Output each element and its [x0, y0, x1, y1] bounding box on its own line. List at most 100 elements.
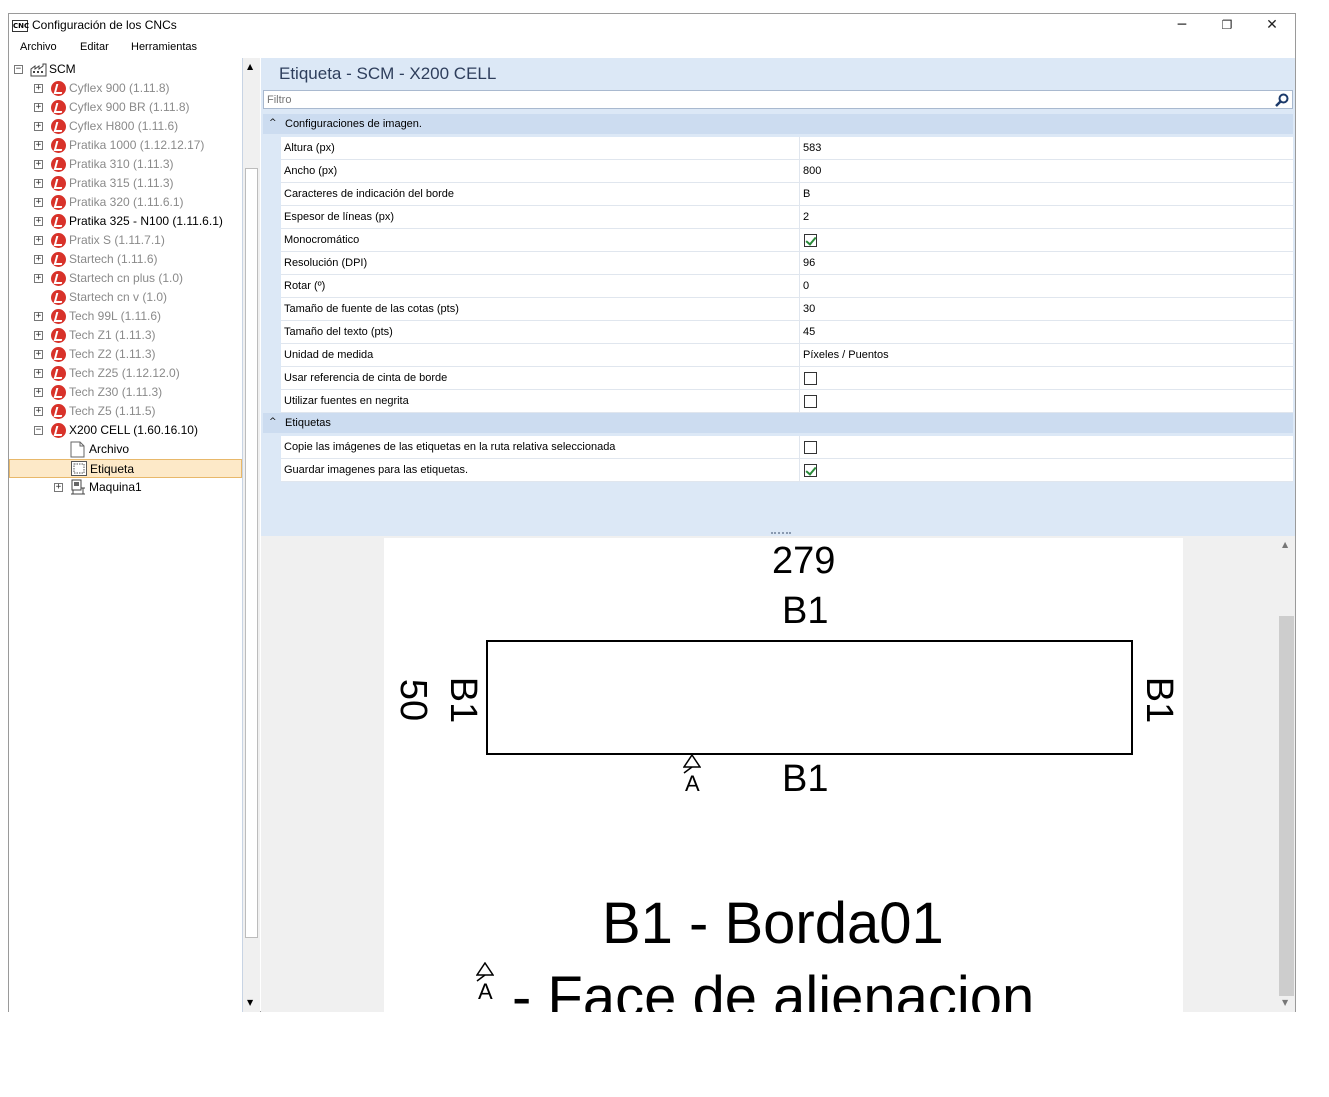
- tree-item-cnc[interactable]: + Cyflex H800 (1.11.6): [9, 117, 242, 136]
- property-checkbox-cell[interactable]: [800, 367, 1293, 390]
- collapse-icon[interactable]: −: [34, 426, 43, 435]
- tree-item-cnc[interactable]: + Tech Z25 (1.12.12.0): [9, 364, 242, 383]
- category-row[interactable]: ^ Etiquetas: [263, 413, 1293, 433]
- property-row[interactable]: Altura (px) 583: [263, 137, 1293, 160]
- expand-icon[interactable]: +: [34, 103, 43, 112]
- expand-icon[interactable]: +: [34, 122, 43, 131]
- collapse-icon[interactable]: −: [14, 65, 23, 74]
- tree-item-archivo[interactable]: Archivo: [9, 440, 242, 459]
- property-row[interactable]: Caracteres de indicación del borde B: [263, 183, 1293, 206]
- tree-item-cnc[interactable]: + Pratika 315 (1.11.3): [9, 174, 242, 193]
- property-value[interactable]: 30: [800, 298, 1293, 321]
- scroll-down-icon[interactable]: ▼: [247, 998, 253, 1007]
- tree-item-cnc[interactable]: + Cyflex 900 (1.11.8): [9, 79, 242, 98]
- tree-item-cnc[interactable]: + Tech Z2 (1.11.3): [9, 345, 242, 364]
- filter-input[interactable]: [267, 93, 1267, 107]
- expand-icon[interactable]: +: [34, 217, 43, 226]
- tree-item-cnc[interactable]: + Pratika 1000 (1.12.12.17): [9, 136, 242, 155]
- tree-item-cnc[interactable]: + Tech Z5 (1.11.5): [9, 402, 242, 421]
- property-row[interactable]: Ancho (px) 800: [263, 160, 1293, 183]
- tree-item-cnc[interactable]: + Tech Z1 (1.11.3): [9, 326, 242, 345]
- property-row[interactable]: Tamaño del texto (pts) 45: [263, 321, 1293, 344]
- close-button[interactable]: ✕: [1249, 14, 1295, 37]
- title-bar[interactable]: CNC Configuración de los CNCs ─ ❐ ✕: [9, 14, 1295, 37]
- category-row[interactable]: ^ Configuraciones de imagen.: [263, 114, 1293, 134]
- tree-item-cnc[interactable]: + Startech cn plus (1.0): [9, 269, 242, 288]
- expand-icon[interactable]: +: [34, 160, 43, 169]
- expand-icon[interactable]: +: [34, 141, 43, 150]
- property-checkbox-cell[interactable]: [800, 229, 1293, 252]
- tree-item-cnc[interactable]: + Pratix S (1.11.7.1): [9, 231, 242, 250]
- checkbox-checked[interactable]: [804, 464, 817, 477]
- property-value[interactable]: 583: [800, 137, 1293, 160]
- edge-label-top: B1: [782, 590, 829, 632]
- tree-item-cnc[interactable]: + Pratika 320 (1.11.6.1): [9, 193, 242, 212]
- property-checkbox-cell[interactable]: [800, 436, 1293, 459]
- expand-icon[interactable]: +: [34, 388, 43, 397]
- checkbox-unchecked[interactable]: [804, 395, 817, 408]
- collapse-chevron-icon[interactable]: ^: [269, 417, 277, 427]
- tree-item-cnc[interactable]: − X200 CELL (1.60.16.10): [9, 421, 242, 440]
- menu-editar[interactable]: Editar: [80, 41, 109, 53]
- checkbox-unchecked[interactable]: [804, 372, 817, 385]
- tree-item-cnc[interactable]: Startech cn v (1.0): [9, 288, 242, 307]
- property-row[interactable]: Rotar (º) 0: [263, 275, 1293, 298]
- property-checkbox-cell[interactable]: [800, 459, 1293, 482]
- menu-archivo[interactable]: Archivo: [20, 41, 57, 53]
- minimize-button[interactable]: ─: [1159, 14, 1205, 37]
- property-checkbox-cell[interactable]: [800, 390, 1293, 413]
- tree-item-cnc[interactable]: + Pratika 325 - N100 (1.11.6.1): [9, 212, 242, 231]
- property-value[interactable]: 96: [800, 252, 1293, 275]
- property-value[interactable]: 800: [800, 160, 1293, 183]
- tree-item-cnc[interactable]: + Tech 99L (1.11.6): [9, 307, 242, 326]
- property-row[interactable]: Guardar imagenes para las etiquetas.: [263, 459, 1293, 482]
- expand-icon[interactable]: +: [34, 255, 43, 264]
- preview-scrollbar[interactable]: ▲ ▼: [1278, 536, 1295, 1012]
- tree-root-scm[interactable]: − SCM: [9, 60, 242, 79]
- property-row[interactable]: Espesor de líneas (px) 2: [263, 206, 1293, 229]
- preview-scroll-thumb[interactable]: [1279, 616, 1294, 996]
- property-row[interactable]: Tamaño de fuente de las cotas (pts) 30: [263, 298, 1293, 321]
- expand-icon[interactable]: +: [34, 369, 43, 378]
- tree-item-cnc[interactable]: + Tech Z30 (1.11.3): [9, 383, 242, 402]
- expand-icon[interactable]: +: [34, 198, 43, 207]
- tree-item-cnc[interactable]: + Startech (1.11.6): [9, 250, 242, 269]
- expand-icon[interactable]: +: [34, 179, 43, 188]
- expand-icon[interactable]: +: [34, 312, 43, 321]
- search-icon[interactable]: [1275, 93, 1289, 107]
- tree-item-cnc[interactable]: + Cyflex 900 BR (1.11.8): [9, 98, 242, 117]
- property-value[interactable]: 45: [800, 321, 1293, 344]
- scroll-up-icon[interactable]: ▲: [1282, 540, 1288, 549]
- filter-box[interactable]: [263, 90, 1293, 109]
- collapse-chevron-icon[interactable]: ^: [269, 118, 277, 128]
- property-value[interactable]: Píxeles / Puentos: [800, 344, 1293, 367]
- scroll-down-icon[interactable]: ▼: [1282, 998, 1288, 1007]
- tree-item-maquina1[interactable]: + Maquina1: [9, 478, 242, 497]
- scroll-up-icon[interactable]: ▲: [247, 62, 253, 71]
- property-row[interactable]: Unidad de medida Píxeles / Puentos: [263, 344, 1293, 367]
- property-row[interactable]: Utilizar fuentes en negrita: [263, 390, 1293, 413]
- expand-icon[interactable]: +: [34, 236, 43, 245]
- checkbox-checked[interactable]: [804, 234, 817, 247]
- expand-icon[interactable]: +: [34, 407, 43, 416]
- expand-icon[interactable]: +: [34, 84, 43, 93]
- property-value[interactable]: B: [800, 183, 1293, 206]
- expand-icon[interactable]: +: [54, 483, 63, 492]
- tree-item-etiqueta[interactable]: Etiqueta: [9, 459, 242, 478]
- property-row[interactable]: Usar referencia de cinta de borde: [263, 367, 1293, 390]
- expand-icon[interactable]: +: [34, 274, 43, 283]
- checkbox-unchecked[interactable]: [804, 441, 817, 454]
- tree-scroll-thumb[interactable]: [245, 168, 258, 938]
- property-row[interactable]: Copie las imágenes de las etiquetas en l…: [263, 436, 1293, 459]
- tree-scrollbar[interactable]: ▲ ▼: [243, 58, 260, 1012]
- maximize-button[interactable]: ❐: [1204, 14, 1250, 37]
- property-row[interactable]: Monocromático: [263, 229, 1293, 252]
- expand-icon[interactable]: +: [34, 350, 43, 359]
- tree-item-cnc[interactable]: + Pratika 310 (1.11.3): [9, 155, 242, 174]
- expand-icon[interactable]: +: [34, 331, 43, 340]
- property-row[interactable]: Resolución (DPI) 96: [263, 252, 1293, 275]
- menu-herramientas[interactable]: Herramientas: [131, 41, 197, 53]
- tree-item-label: Pratika 1000 (1.12.12.17): [69, 138, 205, 152]
- property-value[interactable]: 2: [800, 206, 1293, 229]
- property-value[interactable]: 0: [800, 275, 1293, 298]
